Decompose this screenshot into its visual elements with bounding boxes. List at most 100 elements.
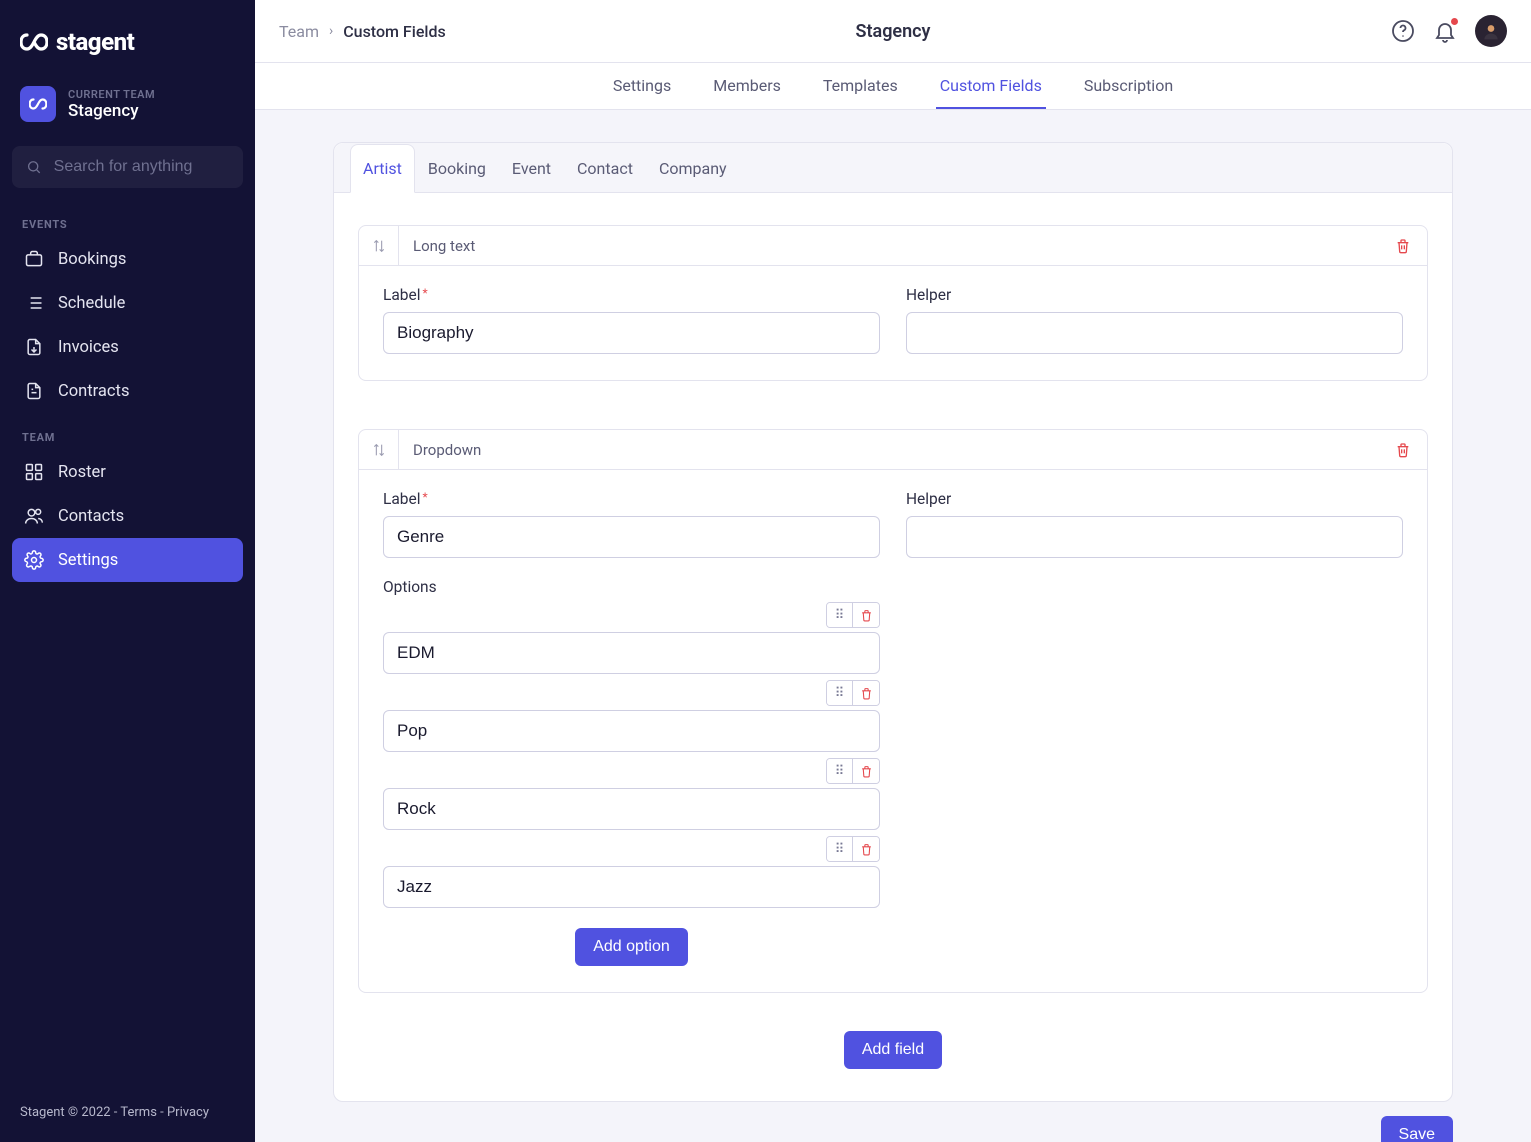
sidebar-item-contacts[interactable]: Contacts	[12, 494, 243, 538]
delete-field-button[interactable]	[1395, 238, 1411, 254]
sidebar-item-bookings[interactable]: Bookings	[12, 237, 243, 281]
option-value-input[interactable]	[383, 710, 880, 752]
label-label: Label*	[383, 286, 880, 304]
option-value-input[interactable]	[383, 866, 880, 908]
option-drag-handle[interactable]: ⠿	[827, 759, 853, 783]
sidebar-item-contracts[interactable]: Contracts	[12, 369, 243, 413]
help-button[interactable]	[1391, 19, 1415, 43]
list-icon	[24, 293, 44, 313]
option-value-input[interactable]	[383, 788, 880, 830]
save-button[interactable]: Save	[1381, 1116, 1453, 1142]
sidebar-item-label: Invoices	[58, 338, 119, 357]
custom-field-block: Long text Label* Helper	[358, 225, 1428, 381]
label-label: Label*	[383, 490, 880, 508]
subnav-subscription[interactable]: Subscription	[1080, 63, 1177, 109]
options-label: Options	[383, 578, 880, 596]
option-drag-handle[interactable]: ⠿	[827, 681, 853, 705]
helper-label: Helper	[906, 286, 1403, 304]
footer-copyright: Stagent © 2022	[20, 1105, 111, 1120]
content-area: Artist Booking Event Contact Company Lon…	[255, 110, 1531, 1142]
trash-icon	[1395, 442, 1411, 458]
sidebar-item-invoices[interactable]: Invoices	[12, 325, 243, 369]
search-icon	[26, 158, 42, 176]
reorder-handle[interactable]	[359, 226, 399, 265]
field-helper-input[interactable]	[906, 516, 1403, 558]
grip-icon: ⠿	[835, 686, 845, 701]
team-avatar-icon	[29, 98, 47, 110]
grid-icon	[24, 462, 44, 482]
brand-logo[interactable]: stagent	[12, 24, 243, 78]
tab-artist[interactable]: Artist	[350, 144, 415, 193]
option-delete-button[interactable]	[853, 759, 879, 783]
current-team-label: CURRENT TEAM	[68, 88, 155, 101]
avatar-face-icon	[1481, 21, 1501, 41]
settings-subnav: Settings Members Templates Custom Fields…	[255, 63, 1531, 110]
brand-name: stagent	[56, 28, 134, 56]
topbar: Team › Custom Fields Stagency	[255, 0, 1531, 63]
add-field-button[interactable]: Add field	[844, 1031, 942, 1069]
grip-icon: ⠿	[835, 764, 845, 779]
sort-icon	[371, 442, 387, 458]
users-icon	[24, 506, 44, 526]
nav-section-events: EVENTS	[12, 200, 243, 237]
field-type-label: Dropdown	[399, 441, 481, 459]
tab-booking[interactable]: Booking	[415, 144, 499, 193]
option-delete-button[interactable]	[853, 681, 879, 705]
option-drag-handle[interactable]: ⠿	[827, 837, 853, 861]
sidebar-item-roster[interactable]: Roster	[12, 450, 243, 494]
sidebar-item-schedule[interactable]: Schedule	[12, 281, 243, 325]
grip-icon: ⠿	[835, 608, 845, 623]
grip-icon: ⠿	[835, 842, 845, 857]
reorder-handle[interactable]	[359, 430, 399, 469]
trash-icon	[860, 609, 873, 622]
search-input[interactable]	[52, 157, 229, 177]
option-delete-button[interactable]	[853, 837, 879, 861]
user-avatar[interactable]	[1475, 15, 1507, 47]
option-row: ⠿	[383, 680, 880, 752]
field-label-input[interactable]	[383, 312, 880, 354]
sidebar-item-label: Schedule	[58, 294, 125, 313]
subnav-templates[interactable]: Templates	[819, 63, 902, 109]
sidebar-item-label: Roster	[58, 463, 106, 482]
contract-icon	[24, 381, 44, 401]
option-row: ⠿	[383, 836, 880, 908]
sort-icon	[371, 238, 387, 254]
field-type-label: Long text	[399, 237, 475, 255]
field-label-input[interactable]	[383, 516, 880, 558]
option-row: ⠿	[383, 758, 880, 830]
sidebar-item-settings[interactable]: Settings	[12, 538, 243, 582]
subnav-members[interactable]: Members	[709, 63, 785, 109]
invoice-out-icon	[24, 337, 44, 357]
gear-icon	[24, 550, 44, 570]
briefcase-icon	[24, 249, 44, 269]
tab-contact[interactable]: Contact	[564, 144, 646, 193]
subnav-settings[interactable]: Settings	[609, 63, 675, 109]
help-icon	[1391, 19, 1415, 43]
helper-label: Helper	[906, 490, 1403, 508]
option-delete-button[interactable]	[853, 603, 879, 627]
trash-icon	[860, 765, 873, 778]
field-block-header: Long text	[359, 226, 1427, 266]
tab-company[interactable]: Company	[646, 144, 740, 193]
app-title: Stagency	[855, 21, 930, 42]
breadcrumb: Team › Custom Fields	[279, 22, 446, 41]
chevron-right-icon: ›	[329, 23, 333, 39]
add-option-button[interactable]: Add option	[575, 928, 688, 966]
notifications-button[interactable]	[1433, 19, 1457, 43]
field-helper-input[interactable]	[906, 312, 1403, 354]
footer-terms-link[interactable]: Terms	[120, 1105, 157, 1120]
nav-section-team: TEAM	[12, 413, 243, 450]
custom-fields-card: Artist Booking Event Contact Company Lon…	[333, 142, 1453, 1102]
breadcrumb-current: Custom Fields	[343, 22, 446, 41]
search-input-wrap[interactable]	[12, 146, 243, 188]
trash-icon	[1395, 238, 1411, 254]
current-team-card[interactable]: CURRENT TEAM Stagency	[12, 78, 243, 130]
footer-privacy-link[interactable]: Privacy	[167, 1105, 209, 1120]
option-value-input[interactable]	[383, 632, 880, 674]
option-drag-handle[interactable]: ⠿	[827, 603, 853, 627]
delete-field-button[interactable]	[1395, 442, 1411, 458]
subnav-custom-fields[interactable]: Custom Fields	[936, 63, 1046, 109]
tab-event[interactable]: Event	[499, 144, 564, 193]
breadcrumb-root[interactable]: Team	[279, 22, 319, 41]
sidebar-item-label: Settings	[58, 551, 118, 570]
